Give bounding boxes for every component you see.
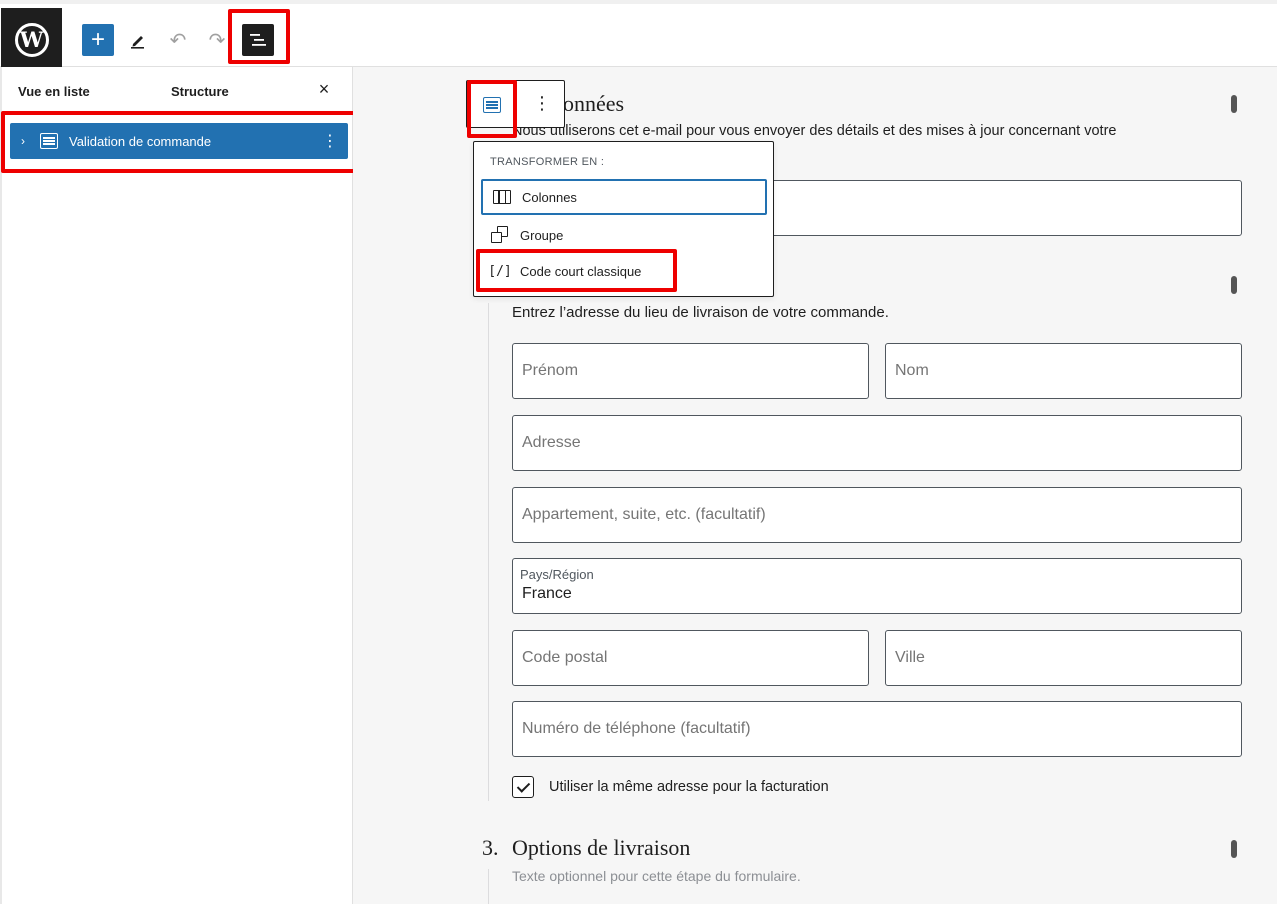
shipping-section-description[interactable]: Entrez l’adresse du lieu de livraison de… [512,304,889,321]
close-icon: × [318,78,330,99]
delivery-section-description[interactable]: Texte optionnel pour cette étape du form… [512,868,801,884]
block-transform-icon[interactable] [483,97,501,113]
transform-option-label: Colonnes [522,189,577,205]
city-placeholder: Ville [895,649,925,666]
first-name-field[interactable]: Prénom [512,343,869,399]
first-name-placeholder: Prénom [522,362,579,379]
block-toolbar: ⋮ [466,80,565,128]
city-field[interactable]: Ville [885,630,1242,686]
sidebar-item-checkout-block[interactable]: › Validation de commande ⋮ [10,123,348,159]
checkout-block-icon [40,133,58,149]
delivery-section-title[interactable]: Options de livraison [512,835,690,861]
block-options-button[interactable]: ⋮ [322,131,338,151]
editor-canvas: données Nous utiliserons cet e-mail pour… [353,67,1277,904]
undo-button[interactable]: ↶ [164,24,192,56]
wordpress-icon: W [14,22,49,57]
same-billing-checkbox[interactable] [512,776,534,798]
transform-option-label: Groupe [520,227,564,243]
editor-top-toolbar: W + ↶ ↷ [0,0,1277,71]
close-sidebar-button[interactable]: × [314,79,334,99]
postcode-field[interactable]: Code postal [512,630,869,686]
country-select[interactable]: Pays/Région France [512,558,1242,614]
phone-field[interactable]: Numéro de téléphone (facultatif) [512,701,1242,757]
tab-structure[interactable]: Structure [171,84,229,99]
address-placeholder: Adresse [522,434,581,451]
last-name-field[interactable]: Nom [885,343,1242,399]
document-overview-button[interactable] [242,24,274,56]
sidebar-item-label: Validation de commande [69,133,212,149]
shortcode-icon: [/] [488,263,512,279]
pencil-icon [131,36,144,49]
list-view-icon [250,34,266,46]
drag-handle[interactable] [1231,840,1237,858]
section-divider-line [488,303,489,801]
tab-list-view[interactable]: Vue en liste [18,84,90,99]
columns-icon [492,187,512,207]
transform-option-group[interactable]: Groupe [481,217,767,253]
redo-button[interactable]: ↷ [203,24,231,56]
add-block-button[interactable]: + [82,24,114,56]
phone-placeholder: Numéro de téléphone (facultatif) [522,720,751,737]
address2-field[interactable]: Appartement, suite, etc. (facultatif) [512,487,1242,543]
same-billing-label[interactable]: Utiliser la même adresse pour la factura… [549,779,829,795]
address-field[interactable]: Adresse [512,415,1242,471]
transform-dropdown-title: TRANSFORMER EN : [490,156,605,168]
redo-icon: ↷ [208,29,226,52]
country-value: France [522,585,572,602]
undo-icon: ↶ [169,29,187,52]
country-label: Pays/Région [520,567,594,582]
transform-option-shortcode[interactable]: [/] Code court classique [481,253,767,289]
drag-handle[interactable] [1231,95,1237,113]
section-divider-line [488,869,489,904]
delivery-step-number: 3. [482,835,499,860]
transform-option-label: Code court classique [520,263,642,279]
postcode-placeholder: Code postal [522,649,608,666]
transform-option-columns[interactable]: Colonnes [481,179,767,215]
wordpress-logo-button[interactable]: W [1,8,62,71]
group-icon [490,225,510,245]
contact-section-description[interactable]: Nous utiliserons cet e-mail pour vous en… [512,123,1116,139]
drag-handle[interactable] [1231,276,1237,294]
block-options-button[interactable]: ⋮ [533,93,551,114]
plus-icon: + [90,26,105,53]
address2-placeholder: Appartement, suite, etc. (facultatif) [522,506,766,523]
transform-dropdown: TRANSFORMER EN : Colonnes Groupe [/] Cod… [473,141,774,297]
tools-button[interactable] [124,24,152,56]
list-view-sidebar: Vue en liste Structure × › Validation de… [0,67,353,904]
chevron-right-icon[interactable]: › [12,134,34,148]
last-name-placeholder: Nom [895,362,929,379]
